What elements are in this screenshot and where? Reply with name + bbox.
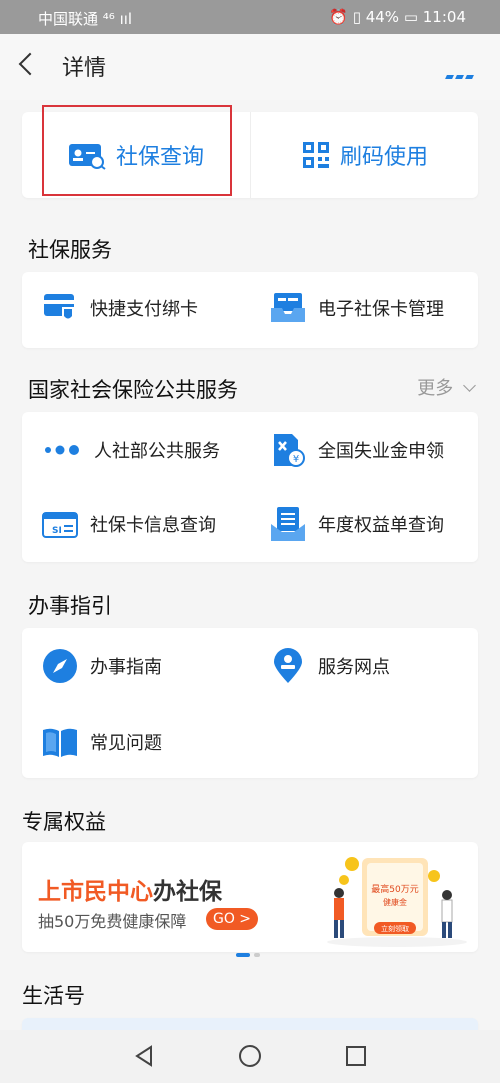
document-yuan-icon: ¥ (274, 434, 305, 467)
card-sub-text: 健康金 (383, 897, 407, 907)
three-dots-icon (45, 445, 79, 455)
highlight-box (42, 105, 232, 196)
status-right: ⏰ ▯ 44% ▭ 11:04 (329, 8, 466, 26)
promo-illustration: 最高50万元 健康金 立刻领取 (327, 857, 467, 947)
compass-icon (43, 649, 77, 683)
social-service-card: 快捷支付绑卡 电子社保卡管理 (22, 272, 478, 348)
life-title: 生活号 (22, 984, 85, 1008)
e-card-manage-label: 电子社保卡管理 (318, 299, 444, 320)
recent-apps-icon[interactable] (344, 1044, 368, 1068)
social-service-title: 社保服务 (28, 238, 112, 262)
exclusive-title: 专属权益 (22, 810, 106, 834)
social-card-info-label: 社保卡信息查询 (90, 515, 216, 536)
back-icon[interactable] (18, 52, 42, 76)
carousel-dots (236, 942, 264, 961)
unemployment-benefit-item[interactable]: ¥ 全国失业金申领 (270, 432, 444, 468)
banner-title: 上市民中心办社保 (38, 872, 222, 906)
envelope-document-icon (271, 507, 305, 541)
unemployment-benefit-label: 全国失业金申领 (318, 441, 444, 462)
guide-item[interactable]: 办事指南 (42, 648, 162, 684)
social-card-info-item[interactable]: SI 社保卡信息查询 (42, 506, 216, 542)
svg-text:SI: SI (52, 526, 62, 536)
quick-pay-bind-label: 快捷支付绑卡 (90, 299, 198, 320)
guide-label: 办事指南 (90, 657, 162, 678)
scan-code-label: 刷码使用 (339, 145, 428, 170)
e-card-manage-item[interactable]: 电子社保卡管理 (270, 290, 444, 326)
more-link[interactable]: 更多 (417, 374, 476, 400)
status-bar: 中国联通 ⁴⁶ ııl ⏰ ▯ 44% ▭ 11:04 (0, 0, 500, 34)
card-button-text: 立刻领取 (381, 924, 409, 933)
home-nav-icon[interactable] (238, 1044, 262, 1068)
card-amount-text: 最高50万元 (371, 883, 418, 895)
header: 详情 (0, 34, 500, 100)
svg-text:¥: ¥ (293, 454, 299, 465)
quick-pay-bind-item[interactable]: 快捷支付绑卡 (42, 290, 198, 326)
annual-statement-item[interactable]: 年度权益单查询 (270, 506, 444, 542)
open-book-icon (43, 728, 77, 757)
carrier-text: 中国联通 ⁴⁶ ııl (38, 10, 133, 28)
national-service-card: 人社部公共服务 ¥ 全国失业金申领 SI 社保卡信息查询 年度权益单查询 (22, 412, 478, 562)
navigation-bar (0, 1030, 500, 1083)
scan-code-button[interactable]: 刷码使用 (250, 112, 479, 198)
e-card-icon (271, 293, 305, 322)
qr-code-icon (302, 142, 329, 168)
banner-title-highlight: 上市民中心 (38, 879, 153, 905)
more-label: 更多 (417, 378, 454, 399)
si-card-icon: SI (42, 512, 78, 538)
banner-title-rest: 办社保 (153, 879, 222, 905)
promo-banner[interactable]: 上市民中心办社保 抽50万免费健康保障 GO > 最高50万元 健康金 立刻领取 (22, 842, 478, 957)
faq-label: 常见问题 (90, 733, 162, 754)
guide-title: 办事指引 (28, 594, 112, 618)
mohrss-service-item[interactable]: 人社部公共服务 (42, 432, 220, 468)
banner-subtitle: 抽50万免费健康保障 (38, 912, 187, 931)
service-outlet-item[interactable]: 服务网点 (270, 648, 390, 684)
card-shield-icon (44, 294, 74, 320)
faq-item[interactable]: 常见问题 (42, 724, 162, 760)
national-service-title: 国家社会保险公共服务 (28, 378, 238, 402)
chevron-down-icon (463, 379, 476, 392)
back-nav-icon[interactable] (132, 1044, 156, 1068)
page-title: 详情 (62, 56, 107, 81)
go-button[interactable]: GO > (206, 908, 258, 930)
mohrss-service-label: 人社部公共服务 (94, 441, 220, 462)
guide-card: 办事指南 服务网点 常见问题 (22, 628, 478, 778)
annual-statement-label: 年度权益单查询 (318, 515, 444, 536)
more-menu-icon[interactable] (445, 64, 476, 79)
service-outlet-label: 服务网点 (318, 657, 390, 678)
location-pin-icon (274, 648, 302, 683)
